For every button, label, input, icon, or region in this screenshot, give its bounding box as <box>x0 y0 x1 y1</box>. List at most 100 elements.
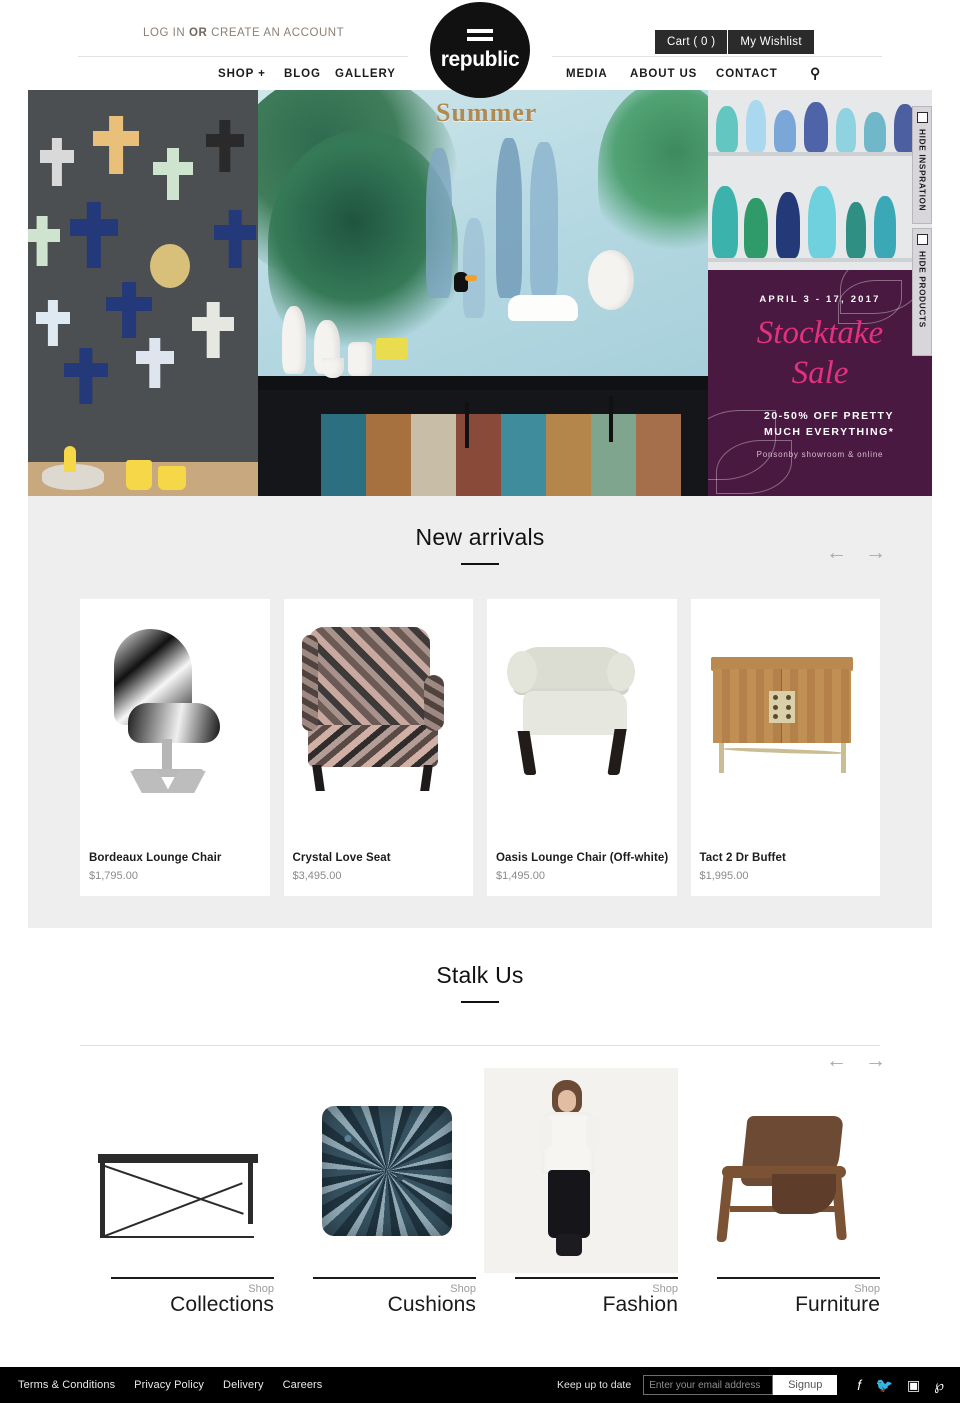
new-arrivals-product-row: Bordeaux Lounge Chair $1,795.00 Crystal … <box>28 599 932 896</box>
toucan-figure <box>454 272 477 292</box>
footer-careers[interactable]: Careers <box>283 1379 323 1391</box>
hide-products-label: HIDE PRODUCTS <box>917 251 927 328</box>
category-card[interactable]: Shop Cushions <box>282 1068 476 1317</box>
category-name: Collections <box>170 1293 274 1316</box>
product-card[interactable]: Oasis Lounge Chair (Off-white) $1,495.00 <box>487 599 677 896</box>
site-header: LOG IN OR CREATE AN ACCOUNT Cart ( 0 ) M… <box>0 0 960 98</box>
account-links: LOG IN OR CREATE AN ACCOUNT <box>143 27 344 39</box>
footer-terms[interactable]: Terms & Conditions <box>18 1379 115 1391</box>
stalk-us-section: Stalk Us ← → Shop Collections Shop Cushi… <box>28 928 932 1317</box>
cart-button[interactable]: Cart ( 0 ) <box>655 30 727 54</box>
product-name: Oasis Lounge Chair (Off-white) <box>496 852 669 864</box>
signup-button[interactable]: Signup <box>773 1375 838 1395</box>
account-or: OR <box>185 27 212 39</box>
product-card[interactable]: Tact 2 Dr Buffet $1,995.00 <box>690 599 880 896</box>
footer-delivery[interactable]: Delivery <box>223 1379 264 1391</box>
new-arrivals-title: New arrivals <box>415 524 545 550</box>
nav-gallery[interactable]: GALLERY <box>335 68 396 80</box>
footer-privacy[interactable]: Privacy Policy <box>134 1379 204 1391</box>
header-rule-right <box>552 56 882 57</box>
nav-media[interactable]: MEDIA <box>566 68 608 80</box>
hide-inspiration-toggle[interactable]: HIDE INSPRATION <box>912 106 932 224</box>
instagram-icon[interactable]: ▣ <box>907 1378 920 1392</box>
hero-image-crosses[interactable] <box>28 90 258 496</box>
category-image-cushions <box>282 1068 476 1273</box>
hero-image-sale[interactable]: APRIL 3 - 17, 2017 Stocktake Sale 20-50%… <box>708 270 932 496</box>
login-link[interactable]: LOG IN <box>143 27 185 39</box>
product-name: Bordeaux Lounge Chair <box>89 852 222 864</box>
product-price: $1,795.00 <box>89 870 138 882</box>
new-arrivals-underline <box>461 563 499 565</box>
vases-shelf-photo <box>708 90 932 270</box>
product-image-bordeaux-lounge-chair <box>80 599 270 834</box>
hide-products-checkbox[interactable] <box>916 234 928 245</box>
category-name: Furniture <box>795 1293 880 1316</box>
sale-offer-line1: 20-50% OFF PRETTY <box>764 410 894 422</box>
new-arrivals-section: New arrivals ← → Bordeaux Lounge Chair $… <box>28 496 932 928</box>
twitter-icon[interactable]: 🐦 <box>876 1378 893 1392</box>
hero-banner: Summer APRIL 3 - 17, 2017 Stocktake Sale… <box>28 90 932 496</box>
stocktake-sale-banner: APRIL 3 - 17, 2017 Stocktake Sale 20-50%… <box>708 270 932 496</box>
hide-inspiration-label: HIDE INSPRATION <box>917 129 927 212</box>
stalk-us-divider <box>80 1045 880 1046</box>
new-arrivals-next-arrow[interactable]: → <box>865 542 886 563</box>
category-image-collections <box>80 1068 274 1273</box>
category-image-furniture <box>686 1068 880 1273</box>
stalk-us-category-row: Shop Collections Shop Cushions Shop Fash… <box>28 1068 932 1317</box>
page-root: LOG IN OR CREATE AN ACCOUNT Cart ( 0 ) M… <box>0 0 960 1403</box>
category-card[interactable]: Shop Furniture <box>686 1068 880 1317</box>
summer-display-photo: Summer <box>258 90 708 496</box>
header-rule-left <box>78 56 408 57</box>
site-logo[interactable]: republic <box>430 2 530 98</box>
nav-contact[interactable]: CONTACT <box>716 68 778 80</box>
nav-shop[interactable]: SHOP + <box>218 68 266 80</box>
hide-inspiration-checkbox[interactable] <box>916 112 928 123</box>
nav-blog[interactable]: BLOG <box>284 68 321 80</box>
category-card[interactable]: Shop Collections <box>80 1068 274 1317</box>
product-name: Crystal Love Seat <box>292 852 391 864</box>
footer-links: Terms & Conditions Privacy Policy Delive… <box>18 1379 322 1391</box>
social-links: 𝑓 🐦 ▣ ℘ <box>857 1378 944 1392</box>
category-name: Cushions <box>387 1293 476 1316</box>
logo-text: republic <box>440 47 520 71</box>
sideboard-furniture <box>258 376 708 496</box>
product-image-crystal-love-seat <box>283 599 473 834</box>
product-card[interactable]: Crystal Love Seat $3,495.00 <box>283 599 473 896</box>
nav-about-us[interactable]: ABOUT US <box>630 68 697 80</box>
category-rule <box>717 1277 880 1279</box>
search-icon[interactable]: ⚲ <box>810 65 821 82</box>
hero-image-vases[interactable] <box>708 90 932 270</box>
hero-column-right: APRIL 3 - 17, 2017 Stocktake Sale 20-50%… <box>708 90 932 496</box>
category-rule <box>111 1277 274 1279</box>
stalk-us-title: Stalk Us <box>436 962 524 988</box>
sale-offer: 20-50% OFF PRETTY MUCH EVERYTHING* <box>764 408 894 440</box>
pinterest-icon[interactable]: ℘ <box>934 1378 944 1392</box>
equals-icon <box>467 28 493 45</box>
category-image-fashion <box>484 1068 678 1273</box>
product-price: $3,495.00 <box>292 870 342 882</box>
new-arrivals-prev-arrow[interactable]: ← <box>826 542 847 563</box>
hide-products-toggle[interactable]: HIDE PRODUCTS <box>912 228 932 356</box>
sale-date: APRIL 3 - 17, 2017 <box>759 294 881 305</box>
newsletter-form: Signup <box>643 1375 838 1395</box>
newsletter-label: Keep up to date <box>557 1379 632 1391</box>
hero-image-summer[interactable]: Summer <box>258 90 708 496</box>
category-name: Fashion <box>602 1293 678 1316</box>
product-price: $1,995.00 <box>699 870 749 882</box>
sale-word-stocktake: Stocktake <box>756 315 884 351</box>
create-account-link[interactable]: CREATE AN ACCOUNT <box>211 27 344 39</box>
sale-word-sale: Sale <box>791 355 849 391</box>
wishlist-button[interactable]: My Wishlist <box>728 30 813 54</box>
stalk-us-underline <box>461 1001 499 1003</box>
sale-offer-line2: MUCH EVERYTHING* <box>764 426 895 438</box>
product-image-oasis-lounge-chair <box>487 599 677 834</box>
product-image-tact-2-dr-buffet <box>690 599 880 834</box>
sale-location: Ponsonby showroom & online <box>756 450 884 459</box>
product-card[interactable]: Bordeaux Lounge Chair $1,795.00 <box>80 599 270 896</box>
product-name: Tact 2 Dr Buffet <box>699 852 786 864</box>
site-footer: Terms & Conditions Privacy Policy Delive… <box>0 1367 960 1403</box>
category-card[interactable]: Shop Fashion <box>484 1068 678 1317</box>
email-input[interactable] <box>643 1375 774 1395</box>
facebook-icon[interactable]: 𝑓 <box>857 1378 861 1392</box>
product-price: $1,495.00 <box>496 870 545 882</box>
